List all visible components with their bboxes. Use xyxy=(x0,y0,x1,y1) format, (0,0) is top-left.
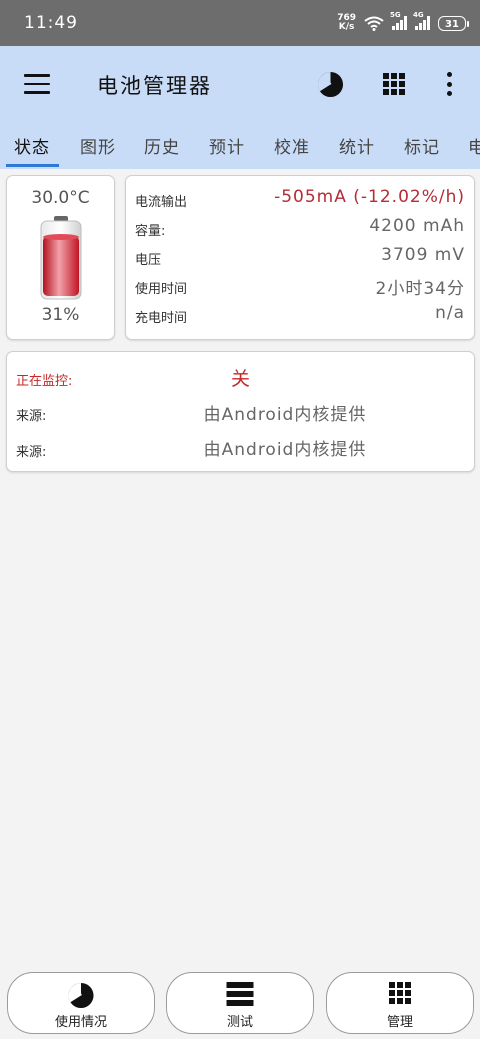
stat-row-charge-time: 充电时间 n/a xyxy=(135,303,465,327)
monitoring-status-label: 正在监控: xyxy=(16,374,73,389)
stat-value: n/a xyxy=(435,303,465,323)
stat-row-current: 电流输出 -505mA (-12.02%/h) xyxy=(135,187,465,211)
tab-graph[interactable]: 图形 xyxy=(80,133,116,158)
status-bar: 11:49 769 K/s 5G 4G 31 xyxy=(0,0,480,46)
usage-button[interactable]: 使用情况 xyxy=(7,972,155,1034)
test-button[interactable]: 测试 xyxy=(166,972,314,1034)
more-options-icon[interactable] xyxy=(446,72,452,96)
battery-status-level: 31 xyxy=(445,18,459,30)
tab-calibrate[interactable]: 校准 xyxy=(274,133,310,158)
battery-status-icon: 31 xyxy=(438,15,469,31)
network-speed-unit: K/s xyxy=(338,22,355,32)
network-speed: 769 K/s xyxy=(337,14,356,32)
source-label-1: 来源: xyxy=(16,409,47,424)
signal-5g-label: 5G xyxy=(390,11,401,19)
stat-value: 4200 mAh xyxy=(369,216,465,236)
stat-label: 充电时间 xyxy=(135,311,188,326)
battery-card[interactable]: 30.0°C 31% xyxy=(6,175,115,340)
list-icon xyxy=(226,982,254,1006)
stat-row-usage-time: 使用时间 2小时34分 xyxy=(135,274,465,299)
grid-icon[interactable] xyxy=(383,73,405,95)
tab-overflow[interactable]: 电 xyxy=(468,133,480,158)
stat-label: 电压 xyxy=(135,253,162,268)
signal-4g-icon: 4G xyxy=(413,11,430,30)
menu-icon[interactable] xyxy=(24,74,50,94)
wifi-icon xyxy=(364,16,384,31)
battery-stats-card: 电流输出 -505mA (-12.02%/h) 容量: 4200 mAh 电压 … xyxy=(125,175,475,340)
battery-percent: 31% xyxy=(41,305,80,325)
usage-button-label: 使用情况 xyxy=(54,1015,107,1030)
stat-value: -505mA (-12.02%/h) xyxy=(274,187,465,207)
manage-button[interactable]: 管理 xyxy=(326,972,474,1034)
stat-row-voltage: 电压 3709 mV xyxy=(135,245,465,269)
status-time: 11:49 xyxy=(24,13,78,33)
stat-row-capacity: 容量: 4200 mAh xyxy=(135,216,465,240)
tab-history[interactable]: 历史 xyxy=(144,133,180,158)
pie-chart-icon xyxy=(68,982,94,1009)
tab-status[interactable]: 状态 xyxy=(14,133,50,158)
battery-temperature: 30.0°C xyxy=(31,188,90,208)
stat-value: 3709 mV xyxy=(381,245,465,265)
test-button-label: 测试 xyxy=(226,1015,253,1030)
tab-statistics[interactable]: 统计 xyxy=(339,133,375,158)
status-icons: 769 K/s 5G 4G 31 xyxy=(337,11,469,32)
monitor-card[interactable]: 关 正在监控: 来源: 由Android内核提供 来源: 由Android内核提… xyxy=(6,351,475,472)
active-tab-indicator xyxy=(6,164,59,167)
stat-label: 使用时间 xyxy=(135,282,188,297)
tab-estimate[interactable]: 预计 xyxy=(209,133,245,158)
source-label-2: 来源: xyxy=(16,445,47,460)
stat-value: 2小时34分 xyxy=(375,279,465,299)
signal-5g-icon: 5G xyxy=(390,11,407,30)
tab-markers[interactable]: 标记 xyxy=(404,133,440,158)
app-title: 电池管理器 xyxy=(97,74,212,98)
grid-icon xyxy=(389,982,411,1004)
monitoring-status-value: 关 xyxy=(230,368,250,390)
battery-level-icon xyxy=(40,216,82,300)
app-bar: 电池管理器 xyxy=(0,46,480,121)
stat-label: 电流输出 xyxy=(135,195,188,210)
tab-bar: 状态 图形 历史 预计 校准 统计 标记 电 xyxy=(0,121,480,169)
signal-4g-label: 4G xyxy=(413,11,424,19)
manage-button-label: 管理 xyxy=(386,1015,413,1030)
stat-label: 容量: xyxy=(135,224,166,239)
source-value-1: 由Android内核提供 xyxy=(203,405,367,425)
pie-chart-icon[interactable] xyxy=(317,71,344,98)
source-value-2: 由Android内核提供 xyxy=(203,440,367,460)
